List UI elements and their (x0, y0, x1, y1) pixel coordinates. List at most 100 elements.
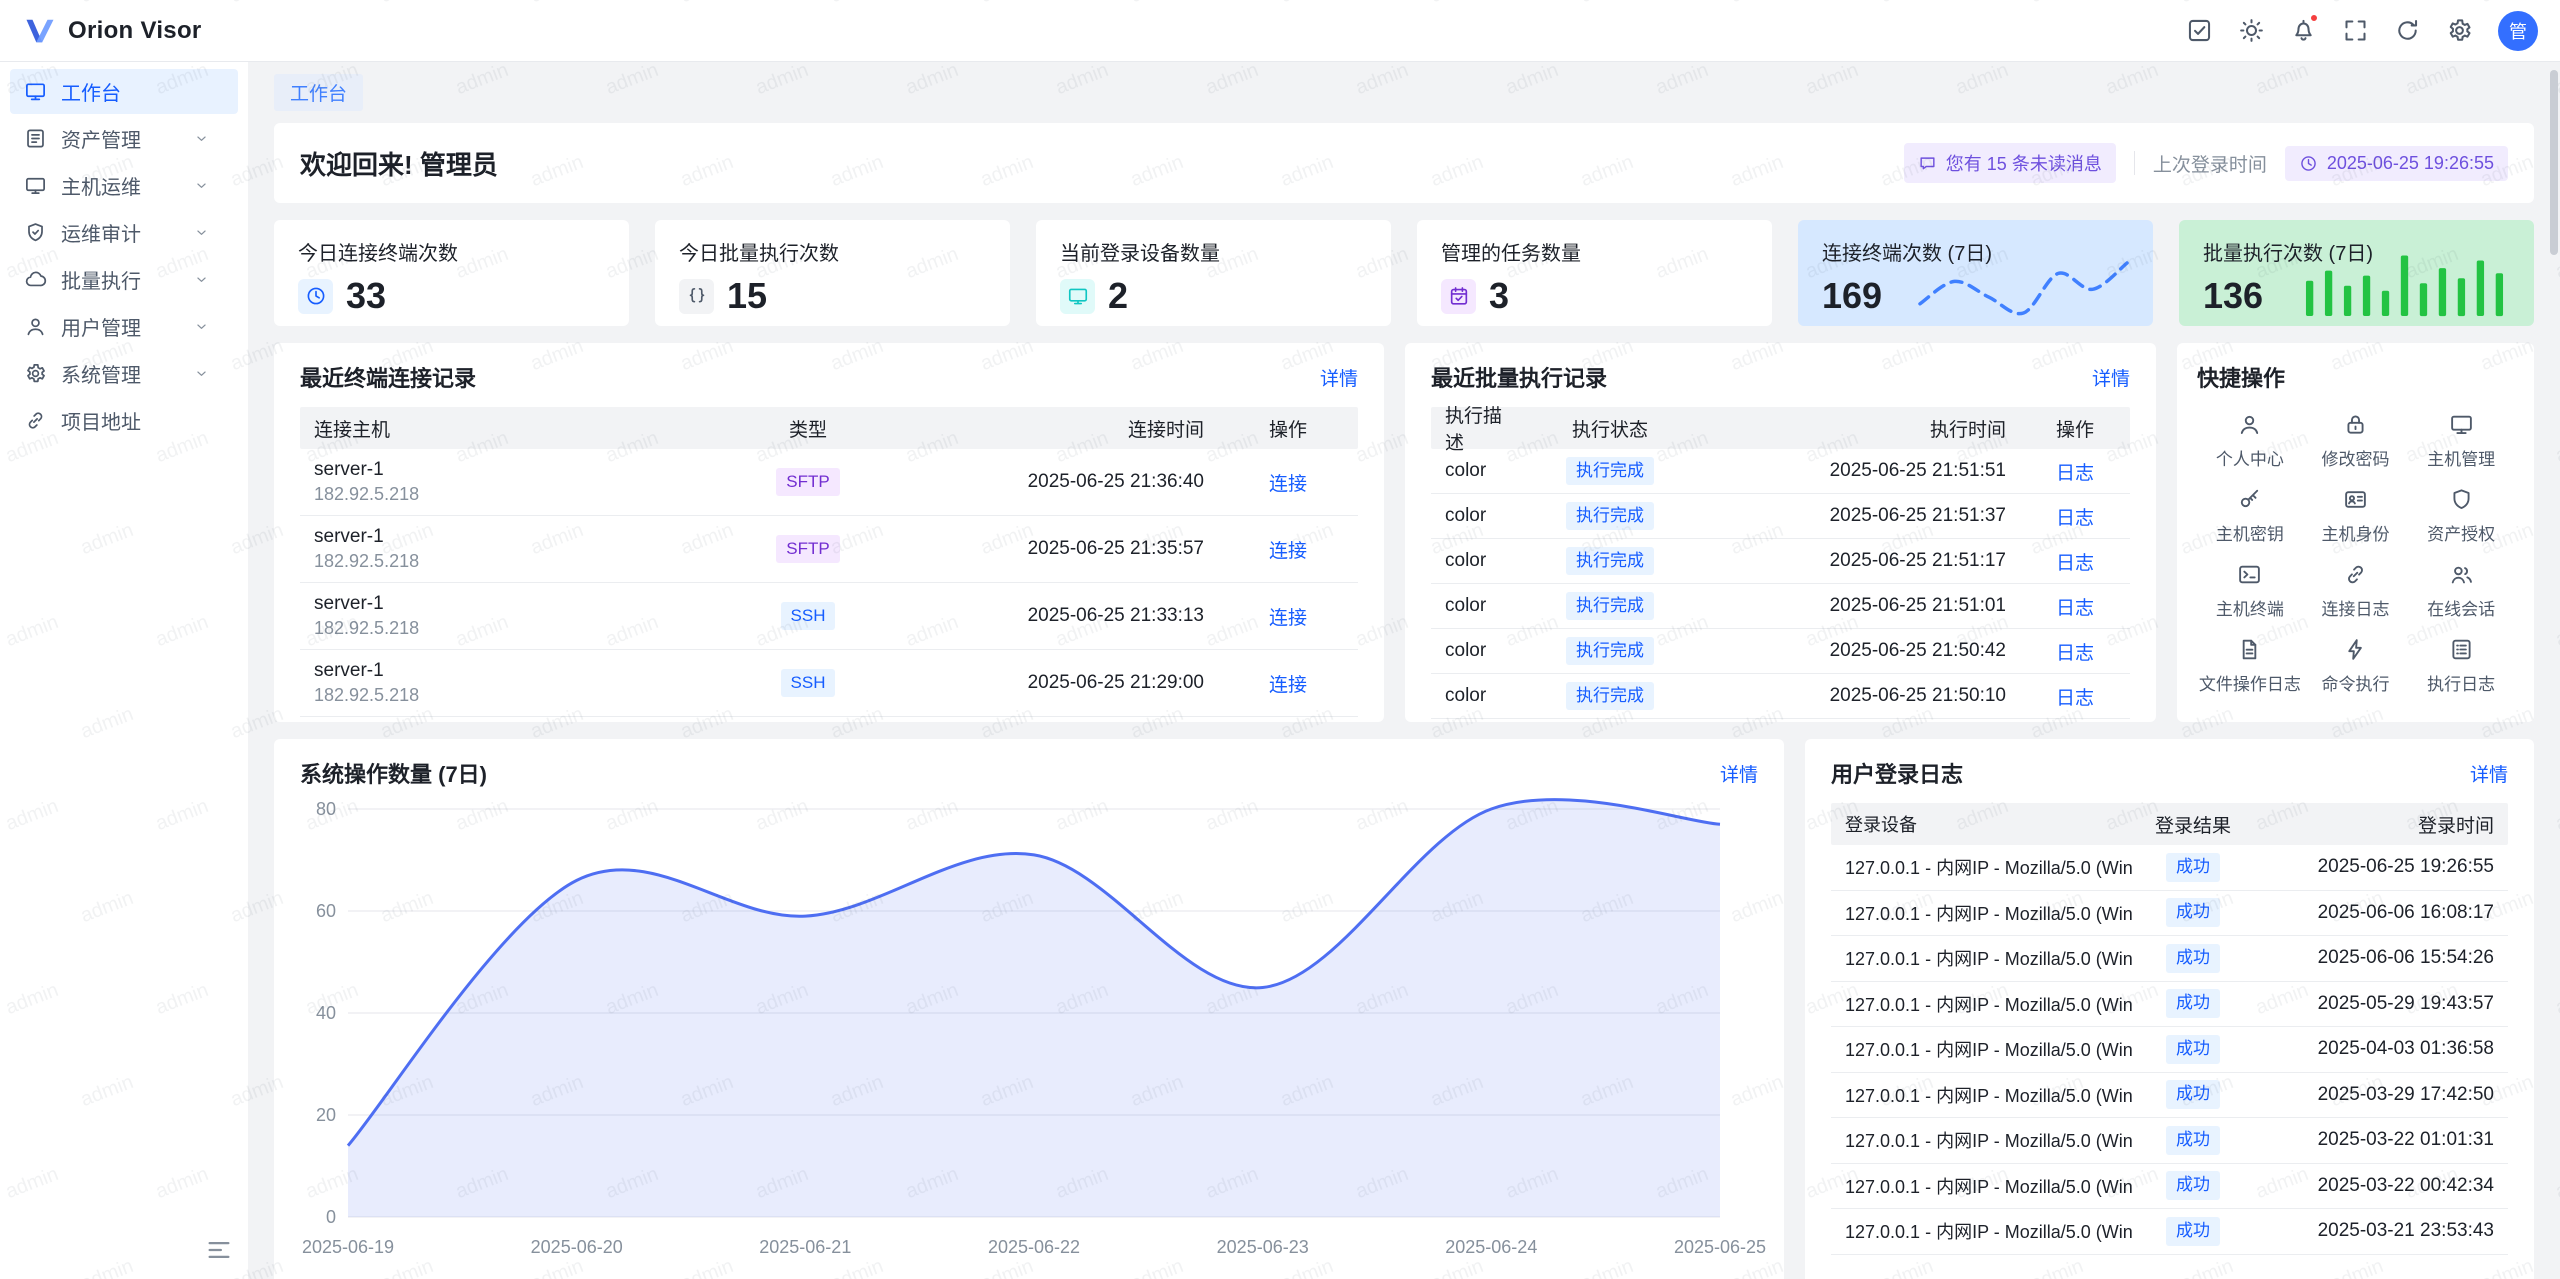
quick-action-execution-log[interactable]: 执行日志 (2408, 628, 2514, 703)
theme-sun-icon[interactable] (2228, 8, 2274, 54)
flash-icon (2343, 637, 2368, 662)
quick-action-host-management[interactable]: 主机管理 (2408, 403, 2514, 478)
user-icon (24, 315, 47, 338)
chevron-down-icon (193, 271, 210, 288)
batch-executions-sparkline (2297, 250, 2512, 316)
protocol-tag: SSH (781, 669, 836, 698)
clock-icon (298, 279, 333, 314)
sidebar-item-host-ops[interactable]: 主机运维 (10, 163, 238, 208)
batch-execution-row: color执行完成2025-06-25 21:50:10日志 (1431, 674, 2130, 719)
quick-action-host-keys[interactable]: 主机密钥 (2197, 478, 2303, 553)
status-cell: 执行完成 (1520, 637, 1700, 666)
quick-action-asset-authorization[interactable]: 资产授权 (2408, 478, 2514, 553)
login-log-row: 127.0.0.1 - 内网IP - Mozilla/5.0 (Windows … (1831, 1209, 2508, 1255)
host-cell: server-1182.92.5.218 (300, 593, 728, 639)
stat-value: 136 (2203, 275, 2263, 317)
quick-action-host-identity[interactable]: 主机身份 (2303, 478, 2409, 553)
user-avatar[interactable]: 管 (2498, 11, 2538, 51)
login-device: 127.0.0.1 - 内网IP - Mozilla/5.0 (Windows … (1831, 945, 2133, 971)
terminal-panel-detail-link[interactable]: 详情 (1320, 364, 1358, 391)
terminal-connection-row: server-1182.92.5.218SFTP2025-06-25 21:36… (300, 449, 1358, 516)
svg-text:40: 40 (316, 1003, 336, 1023)
quick-action-host-terminal[interactable]: 主机终端 (2197, 553, 2303, 628)
settings-gear-icon[interactable] (2436, 8, 2482, 54)
users-icon (2449, 562, 2474, 587)
stat-label: 今日批量执行次数 (679, 237, 986, 266)
quick-action-label: 在线会话 (2427, 595, 2495, 620)
chart-panel-detail-link[interactable]: 详情 (1720, 760, 1758, 787)
quick-action-command-execution[interactable]: 命令执行 (2303, 628, 2409, 703)
sidebar-item-workbench[interactable]: 工作台 (10, 69, 238, 114)
audit-icon (24, 221, 47, 244)
column-header: 连接主机 (300, 415, 728, 442)
sidebar-item-ops-audit[interactable]: 运维审计 (10, 210, 238, 255)
sidebar-collapse-button[interactable] (204, 1235, 234, 1265)
quick-action-online-sessions[interactable]: 在线会话 (2408, 553, 2514, 628)
log-link[interactable]: 日志 (2056, 508, 2094, 529)
user-login-log-panel: 用户登录日志 详情 登录设备登录结果登录时间127.0.0.1 - 内网IP -… (1805, 739, 2534, 1279)
link-icon (24, 409, 47, 432)
log-link[interactable]: 日志 (2056, 598, 2094, 619)
login-result-tag: 成功 (2166, 1080, 2220, 1109)
connect-link[interactable]: 连接 (1269, 474, 1307, 495)
log-link[interactable]: 日志 (2056, 553, 2094, 574)
quick-action-file-operation-log[interactable]: 文件操作日志 (2197, 628, 2303, 703)
sidebar-item-asset-management[interactable]: 资产管理 (10, 116, 238, 161)
result-cell: 成功 (2133, 989, 2253, 1018)
select-check-icon[interactable] (2176, 8, 2222, 54)
action-cell: 日志 (2020, 458, 2130, 485)
unread-messages-badge[interactable]: 您有 15 条未读消息 (1904, 143, 2116, 183)
system-operations-chart: 0204060802025-06-192025-06-202025-06-212… (300, 797, 1758, 1269)
stat-card-managed-tasks: 管理的任务数量3 (1417, 220, 1772, 326)
connect-link[interactable]: 连接 (1269, 608, 1307, 629)
login-result-tag: 成功 (2166, 944, 2220, 973)
login-time: 2025-03-21 23:53:43 (2253, 1220, 2508, 1242)
chevron-down-icon (193, 224, 210, 241)
batch-executions-panel: 最近批量执行记录 详情 执行描述执行状态执行时间操作color执行完成2025-… (1405, 343, 2156, 722)
quick-action-connection-log[interactable]: 连接日志 (2303, 553, 2409, 628)
terminal-connections-table: 连接主机类型连接时间操作server-1182.92.5.218SFTP2025… (300, 407, 1358, 717)
vertical-scrollbar[interactable] (2550, 70, 2558, 255)
log-link[interactable]: 日志 (2056, 463, 2094, 484)
batch-panel-detail-link[interactable]: 详情 (2092, 364, 2130, 391)
brand[interactable]: Orion Visor (22, 13, 202, 49)
sidebar: 工作台资产管理主机运维运维审计批量执行用户管理系统管理项目地址 (0, 62, 248, 1279)
sidebar-item-batch-execution[interactable]: 批量执行 (10, 257, 238, 302)
connect-time: 2025-06-25 21:33:13 (888, 605, 1218, 627)
sidebar-item-system-management[interactable]: 系统管理 (10, 351, 238, 396)
login-result-tag: 成功 (2166, 1126, 2220, 1155)
quick-action-change-password[interactable]: 修改密码 (2303, 403, 2409, 478)
login-device: 127.0.0.1 - 内网IP - Mozilla/5.0 (Windows … (1831, 1173, 2133, 1199)
chevron-down-icon (193, 365, 210, 382)
log-link[interactable]: 日志 (2056, 688, 2094, 709)
execution-description: color (1431, 595, 1520, 617)
status-cell: 执行完成 (1520, 682, 1700, 711)
shield-icon (2449, 487, 2474, 512)
file-icon (2237, 637, 2262, 662)
status-cell: 执行完成 (1520, 592, 1700, 621)
execution-description: color (1431, 460, 1520, 482)
unread-messages-text: 您有 15 条未读消息 (1946, 150, 2102, 176)
notification-dot (2309, 13, 2319, 23)
fullscreen-icon[interactable] (2332, 8, 2378, 54)
topbar-actions: 管 (2176, 8, 2538, 54)
connect-link[interactable]: 连接 (1269, 541, 1307, 562)
execution-status-tag: 执行完成 (1566, 547, 1654, 576)
log-link[interactable]: 日志 (2056, 643, 2094, 664)
breadcrumb-item-workbench[interactable]: 工作台 (274, 74, 363, 111)
sidebar-item-project-url[interactable]: 项目地址 (10, 398, 238, 443)
sidebar-item-user-management[interactable]: 用户管理 (10, 304, 238, 349)
action-cell: 连接 (1218, 536, 1358, 563)
sidebar-item-label: 资产管理 (61, 124, 193, 153)
chevron-down-icon (193, 318, 210, 335)
login-panel-detail-link[interactable]: 详情 (2470, 760, 2508, 787)
last-login-label: 上次登录时间 (2153, 150, 2267, 177)
app-title: Orion Visor (68, 17, 202, 45)
host-cell: server-1182.92.5.218 (300, 660, 728, 706)
login-time: 2025-03-22 01:01:31 (2253, 1129, 2508, 1151)
quick-action-personal-center[interactable]: 个人中心 (2197, 403, 2303, 478)
refresh-icon[interactable] (2384, 8, 2430, 54)
connect-link[interactable]: 连接 (1269, 675, 1307, 696)
notification-bell-icon[interactable] (2280, 8, 2326, 54)
batch-execution-row: color执行完成2025-06-25 21:50:42日志 (1431, 629, 2130, 674)
